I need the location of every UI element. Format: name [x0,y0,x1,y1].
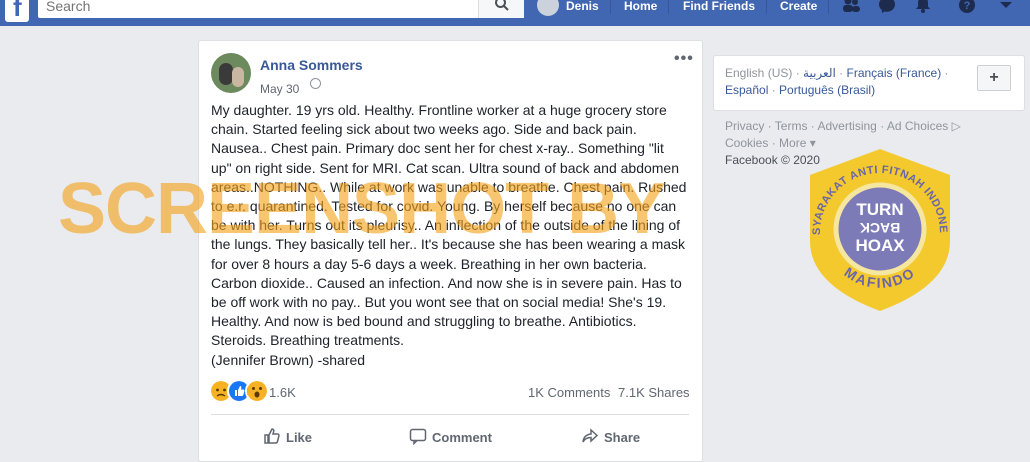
post-line: chain. Started feeling sick about two we… [211,121,637,138]
language-card: English (US) · العربية · Français (Franc… [713,55,1025,111]
post-line: the lungs. They basically tell her.. It'… [211,236,686,253]
post-author[interactable]: Anna Sommers [260,57,363,73]
nav-separator [610,0,611,14]
footer-link-terms[interactable]: Terms [775,119,808,133]
share-icon [582,428,599,443]
footer-link-privacy[interactable]: Privacy [725,119,764,133]
footer-link-cookies[interactable]: Cookies [725,136,768,150]
current-language: English (US) [725,66,793,80]
like-button[interactable]: Like [263,427,312,445]
profile-link[interactable]: Denis [566,0,599,16]
find-friends-link[interactable]: Find Friends [683,0,755,16]
post-divider [211,414,689,415]
post-line: be off work with no pay.. But you wont s… [211,294,667,311]
post-line: up" on right side. Sent for MRI. Cat sca… [211,159,680,176]
language-link[interactable]: العربية [803,66,836,80]
globe-icon [310,78,321,89]
thumbs-up-icon [264,428,280,444]
post-line: Carbon dioxide.. Caused an infection. An… [211,274,682,291]
stamp-turn: TURN [856,200,903,219]
post-line: (Jennifer Brown) -shared [211,351,366,368]
search-button[interactable] [478,0,524,18]
home-link[interactable]: Home [624,0,657,16]
stamp-hoax: HOAX [855,236,905,255]
post-card: Anna Sommers May 30 ••• My daughter. 19 … [198,40,703,462]
comment-button[interactable]: Comment [409,427,492,446]
create-link[interactable]: Create [780,0,817,16]
add-language-button[interactable]: + [977,65,1011,91]
language-link[interactable]: Français (France) [847,66,942,80]
search-icon [495,0,509,11]
account-menu-icon[interactable] [997,0,1015,14]
language-link[interactable]: Español [725,83,768,97]
comment-icon [409,428,427,446]
mafindo-stamp-logo: MASYARAKAT ANTI FITNAH INDONESIA MAFINDO… [800,145,950,311]
search-box [38,0,524,18]
language-link[interactable]: Português (Brasil) [779,83,875,97]
help-icon[interactable]: ? [958,0,976,14]
top-navigation-bar: f Denis Home Find Friends Create ? [0,0,1030,26]
nav-separator [766,0,767,14]
author-avatar[interactable] [211,53,251,93]
footer-link-ad-choices[interactable]: Ad Choices ▷ [887,119,961,133]
post-line: areas..NOTHING.. While at work was unabl… [211,178,687,195]
post-line: Healthy. And now is bed bound and strugg… [211,313,637,330]
post-body: My daughter. 19 yrs old. Healthy. Frontl… [211,101,689,370]
comments-count[interactable]: 1K Comments [528,385,610,400]
svg-text:?: ? [964,0,971,12]
post-line: Steroids. Breathing treatments. [211,332,404,349]
post-line: for over 8 hours a day 5-6 days a week. … [211,255,647,272]
reaction-count[interactable]: 1.6K [269,385,296,400]
share-button[interactable]: Share [581,427,640,445]
post-options-button[interactable]: ••• [674,50,694,68]
post-line: Nausea.. Chest pain. Primary doc sent he… [211,140,664,157]
user-avatar[interactable] [537,0,559,16]
footer-link-advertising[interactable]: Advertising [817,119,876,133]
shares-count[interactable]: 7.1K Shares [618,385,690,400]
post-line: to e.r. quarantined. Tested for covid. Y… [211,198,677,215]
notifications-icon[interactable] [914,0,932,14]
messenger-icon[interactable] [878,0,896,14]
facebook-logo[interactable]: f [5,0,29,22]
search-input[interactable] [38,0,438,18]
nav-separator [828,0,829,14]
facebook-logo-text: f [13,0,22,22]
nav-separator [668,0,669,14]
friend-requests-icon[interactable] [842,0,860,14]
post-date[interactable]: May 30 [260,82,299,96]
language-list: English (US) · العربية · Français (Franc… [725,66,949,97]
post-line: be with her. Turns out its pleurisy.. An… [211,217,681,234]
stamp-back: BACK [860,220,900,236]
post-line: My daughter. 19 yrs old. Healthy. Frontl… [211,102,667,118]
wow-reaction-icon [245,379,269,403]
